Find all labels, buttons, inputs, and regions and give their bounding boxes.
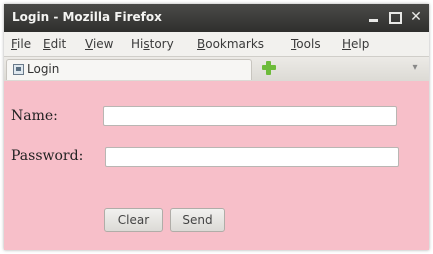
tab-bar: Login ▾	[4, 56, 429, 82]
chevron-down-icon: ▾	[412, 62, 418, 73]
password-input[interactable]	[105, 147, 399, 167]
tab-label: Login	[27, 62, 60, 76]
menu-help[interactable]: Help	[342, 37, 369, 51]
menu-view[interactable]: View	[85, 37, 113, 51]
tab-login[interactable]: Login	[6, 59, 252, 80]
password-label: Password:	[11, 148, 84, 164]
minimize-button[interactable]	[364, 7, 384, 27]
clear-button[interactable]: Clear	[104, 208, 163, 232]
name-input[interactable]	[103, 106, 397, 126]
menu-file[interactable]: File	[11, 37, 31, 51]
menu-tools[interactable]: Tools	[291, 37, 321, 51]
menu-bookmarks[interactable]: Bookmarks	[197, 37, 264, 51]
page-content: Name: Password: Clear Send	[4, 81, 429, 250]
maximize-button[interactable]	[385, 7, 405, 27]
page-icon	[13, 64, 24, 75]
maximize-icon	[389, 12, 402, 24]
menu-edit[interactable]: Edit	[43, 37, 66, 51]
minimize-icon	[369, 19, 378, 22]
send-button[interactable]: Send	[170, 208, 225, 232]
close-icon: ✕	[410, 9, 422, 25]
close-button[interactable]: ✕	[406, 7, 426, 27]
menu-history[interactable]: History	[131, 37, 174, 51]
tab-list-dropdown[interactable]: ▾	[407, 60, 423, 76]
new-tab-button[interactable]	[260, 59, 278, 77]
name-label: Name:	[11, 108, 58, 124]
menu-bar: File Edit View History Bookmarks Tools H…	[4, 32, 429, 56]
browser-window: Login - Mozilla Firefox ✕ File Edit View…	[4, 4, 429, 250]
title-bar[interactable]: Login - Mozilla Firefox ✕	[4, 4, 429, 32]
window-title: Login - Mozilla Firefox	[12, 10, 162, 24]
